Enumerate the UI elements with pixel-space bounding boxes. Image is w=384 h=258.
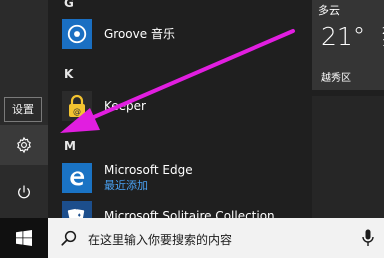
list-item-groove[interactable]: Groove 音乐	[62, 16, 302, 52]
windows-logo-icon	[16, 230, 32, 246]
list-item-solitaire[interactable]: Microsoft Solitaire Collection	[62, 198, 302, 218]
section-header-g[interactable]: G	[64, 0, 74, 10]
solitaire-cards-icon	[62, 201, 92, 218]
settings-tooltip: 设置	[4, 97, 42, 122]
weather-temperature: 21°	[321, 22, 366, 51]
power-button[interactable]	[0, 172, 48, 212]
svg-text:@: @	[73, 107, 81, 116]
search-placeholder: 在这里输入你要搜索的内容	[88, 233, 233, 247]
microphone-icon[interactable]	[362, 229, 374, 247]
gear-icon	[17, 136, 31, 154]
empty-tile[interactable]	[312, 96, 384, 218]
weather-city: 越秀区	[321, 73, 351, 84]
app-name: Microsoft Edge	[104, 163, 193, 177]
start-button[interactable]	[0, 218, 48, 258]
search-icon	[61, 230, 77, 246]
taskbar: 在这里输入你要搜索的内容	[0, 218, 384, 258]
power-icon	[18, 185, 30, 199]
list-item-edge[interactable]: Microsoft Edge 最近添加	[62, 160, 302, 196]
edge-icon	[62, 163, 92, 193]
groove-music-icon	[62, 19, 92, 49]
app-list[interactable]: G Groove 音乐 K @ Keeper M Microsoft Edge …	[48, 0, 308, 218]
recently-added-badge: 最近添加	[104, 179, 148, 192]
weather-tile[interactable]: 多云 21° 2 1 越秀区	[312, 0, 384, 90]
settings-button[interactable]	[0, 125, 48, 165]
app-name: Groove 音乐	[104, 26, 175, 41]
search-input[interactable]: 在这里输入你要搜索的内容	[48, 218, 384, 258]
weather-condition: 多云	[318, 4, 340, 17]
keeper-lock-icon: @	[62, 91, 92, 121]
list-item-keeper[interactable]: @ Keeper	[62, 88, 302, 124]
section-header-k[interactable]: K	[64, 67, 73, 81]
live-tiles: 多云 21° 2 1 越秀区	[308, 0, 384, 218]
app-name: Microsoft Solitaire Collection	[104, 208, 275, 219]
section-header-m[interactable]: M	[64, 139, 76, 153]
app-name: Keeper	[104, 98, 146, 113]
